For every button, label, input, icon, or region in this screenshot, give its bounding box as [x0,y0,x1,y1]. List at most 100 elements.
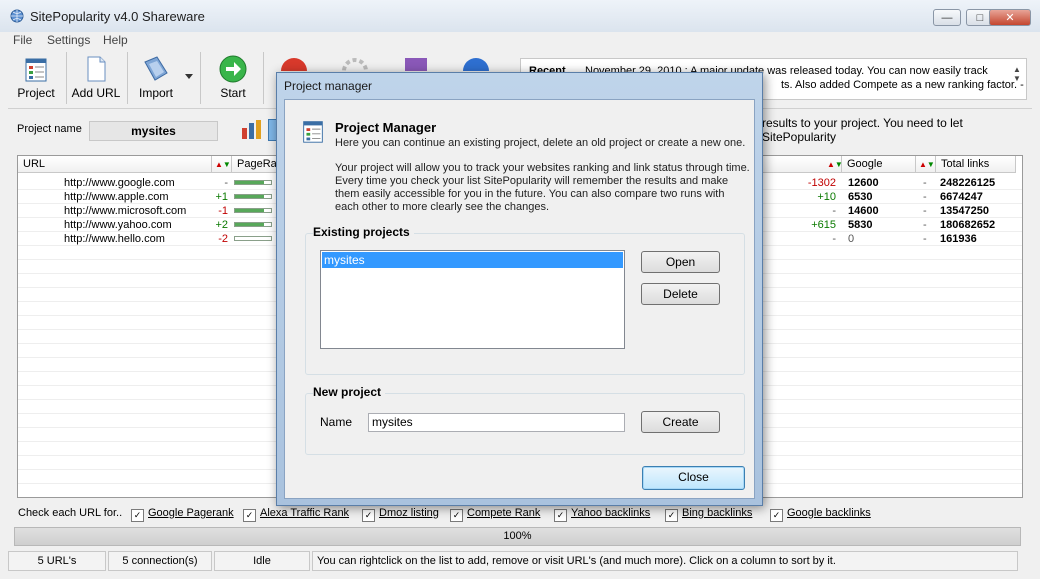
total-links-cell: 13547250 [940,205,989,217]
google-change-cell: +615 [811,219,836,231]
help-icon[interactable] [461,55,491,71]
project-label: Project [17,86,55,100]
column-header-google[interactable]: Google [842,156,916,173]
google-cell: 6530 [848,191,873,203]
close-dialog-button[interactable]: Close [642,466,745,490]
add-url-button[interactable]: Add URL [70,50,122,106]
sort-arrows-icon[interactable]: ▲▼ [212,156,232,173]
add-url-label: Add URL [71,86,121,100]
total-links-change-cell: - [923,177,927,189]
check-yahoo-backlinks[interactable]: ✓ Yahoo backlinks [554,507,650,522]
window-title: SitePopularity v4.0 Shareware [30,9,205,24]
status-state: Idle [214,551,310,571]
open-project-button[interactable]: Open [641,251,720,273]
pagerank-bar [234,194,272,199]
checkbox-checked-icon[interactable]: ✓ [243,509,256,522]
progress-text: 100% [503,530,532,542]
total-links-cell: 180682652 [940,219,996,231]
status-url-count: 5 URL's [8,551,106,571]
url-cell[interactable]: http://www.google.com [64,176,175,190]
total-links-change-cell: - [923,205,927,217]
pagerank-change-cell: -2 [218,233,228,245]
start-button[interactable]: Start [210,50,256,106]
import-dropdown-arrow-icon[interactable] [185,74,193,79]
project-button[interactable]: Project [12,50,60,106]
project-name-label: Project name [17,123,82,135]
check-bing-backlinks[interactable]: ✓ Bing backlinks [665,507,752,522]
sort-arrows-icon[interactable]: ▲▼ [916,156,936,173]
dialog-heading: Project Manager [335,120,437,135]
google-change-cell: - [832,233,836,245]
url-cell[interactable]: http://www.microsoft.com [64,204,186,218]
existing-projects-list[interactable]: mysites [320,250,625,349]
checkbox-checked-icon[interactable]: ✓ [450,509,463,522]
column-header-total-links[interactable]: Total links [936,156,1016,173]
pagerank-change-cell: - [224,177,228,189]
project-manager-dialog: Project manager Project Manager Here you… [276,72,763,506]
dialog-description: Your project will allow you to track you… [335,162,750,213]
google-cell: 14600 [848,205,879,217]
pagerank-bar [234,236,272,241]
project-list-item[interactable]: mysites [322,252,623,268]
checkbox-checked-icon[interactable]: ✓ [665,509,678,522]
url-cell[interactable]: http://www.yahoo.com [64,218,172,232]
check-dmoz-listing[interactable]: ✓ Dmoz listing [362,507,439,522]
settings-gear-icon[interactable] [340,55,370,71]
total-links-change-cell: - [923,191,927,203]
new-project-title: New project [313,385,386,399]
new-project-name-input[interactable]: mysites [368,413,625,432]
pagerank-bar-fill [235,223,264,226]
dialog-title: Project manager [284,79,373,93]
project-name-value: mysites [89,121,218,141]
save-disk-icon[interactable] [401,55,431,71]
pagerank-bar [234,180,272,185]
total-links-change-cell: - [923,219,927,231]
sort-arrows-icon[interactable]: ▲▼ [824,156,843,173]
delete-project-button[interactable]: Delete [641,283,720,305]
menu-file[interactable]: File [13,33,32,47]
google-cell: 12600 [848,177,879,189]
pagerank-bar-fill [235,209,264,212]
google-change-cell: - [832,205,836,217]
project-manager-icon [303,121,323,143]
checkbox-checked-icon[interactable]: ✓ [554,509,567,522]
chart-icon[interactable] [240,118,264,140]
toolbar-separator [127,52,128,104]
app-globe-icon [10,9,24,23]
document-icon [87,56,106,82]
checkbox-checked-icon[interactable]: ✓ [362,509,375,522]
menu-help[interactable]: Help [103,33,128,47]
checkbox-checked-icon[interactable]: ✓ [131,509,144,522]
menu-bar [0,32,1040,48]
column-header-url[interactable]: URL [18,156,212,173]
dialog-subheading: Here you can continue an existing projec… [335,137,746,149]
progress-bar: 100% [14,527,1021,546]
google-cell: 5830 [848,219,873,231]
stop-icon[interactable] [279,55,309,71]
url-cell[interactable]: http://www.apple.com [64,190,169,204]
status-connections: 5 connection(s) [108,551,212,571]
google-change-cell: +10 [817,191,836,203]
check-google-backlinks[interactable]: ✓ Google backlinks [770,507,871,522]
recent-line-2: ts. Also added Compete as a new ranking … [781,79,1024,91]
pagerank-bar [234,208,272,213]
check-alexa-traffic-rank[interactable]: ✓ Alexa Traffic Rank [243,507,349,522]
minimize-button[interactable]: — [933,9,961,26]
check-google-pagerank[interactable]: ✓ Google Pagerank [131,507,234,522]
total-links-cell: 161936 [940,233,977,245]
recent-scroll-arrows-icon[interactable]: ▲ ▼ [1013,65,1021,83]
check-compete-rank[interactable]: ✓ Compete Rank [450,507,540,522]
toolbar-separator [66,52,67,104]
project-hint-text: results to your project. You need to let… [762,116,963,144]
start-label: Start [220,86,246,100]
close-window-button[interactable]: ✕ [989,9,1031,26]
pagerank-change-cell: +2 [215,219,228,231]
create-project-button[interactable]: Create [641,411,720,433]
url-cell[interactable]: http://www.hello.com [64,232,165,246]
menu-settings[interactable]: Settings [47,33,90,47]
checkbox-checked-icon[interactable]: ✓ [770,509,783,522]
status-message: You can rightclick on the list to add, r… [312,551,1018,571]
import-button[interactable]: Import [133,50,179,106]
total-links-cell: 248226125 [940,177,996,189]
project-icon [25,58,47,82]
